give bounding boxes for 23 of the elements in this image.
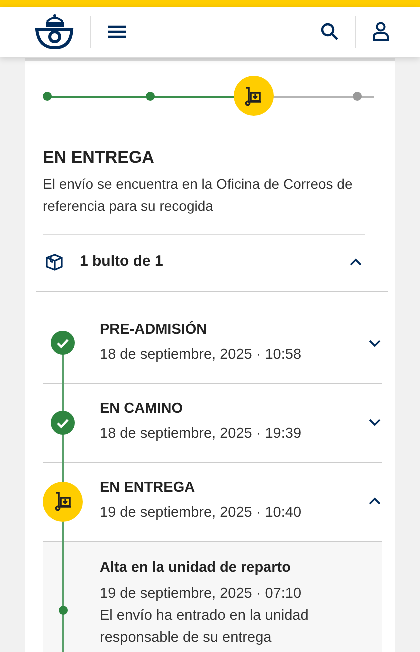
package-icon <box>45 253 64 272</box>
cart-icon <box>52 491 74 512</box>
event-row[interactable]: EN ENTREGA 19 de septiembre, 2025 · 10:40 <box>43 462 382 542</box>
status-description: El envío se encuentra en la Oficina de Correos de referencia para su recogida <box>43 174 354 216</box>
status-title: EN ENTREGA <box>43 147 156 169</box>
event-title: EN CAMINO <box>100 400 184 420</box>
packages-label: 1 bulto de 1 <box>80 252 164 272</box>
detail-title: Alta en la unidad de reparto <box>100 558 292 578</box>
event-row[interactable]: EN CAMINO 18 de septiembre, 2025 · 19:39 <box>43 384 382 462</box>
event-row[interactable]: PRE-ADMISIÓN 18 de septiembre, 2025 · 10:58 <box>43 292 382 384</box>
event-date: 18 de septiembre, 2025 · 19:39 <box>100 425 303 444</box>
post-horn-logo[interactable] <box>34 13 74 51</box>
detail-date: 19 de septiembre, 2025 · 07:10 <box>100 585 303 604</box>
user-button[interactable] <box>372 22 390 42</box>
event-title: PRE-ADMISIÓN <box>100 320 208 340</box>
menu-button[interactable] <box>107 25 127 39</box>
event-date: 19 de septiembre, 2025 · 10:40 <box>100 504 303 523</box>
packages-row[interactable]: 1 bulto de 1 <box>43 234 382 290</box>
detail-description: El envío ha entrado en la unidad responsable de su entrega <box>100 607 310 648</box>
search-button[interactable] <box>321 23 339 41</box>
timeline-dot <box>58 606 68 616</box>
event-date: 18 de septiembre, 2025 · 10:58 <box>100 346 303 364</box>
event-title: EN ENTREGA <box>100 479 196 498</box>
